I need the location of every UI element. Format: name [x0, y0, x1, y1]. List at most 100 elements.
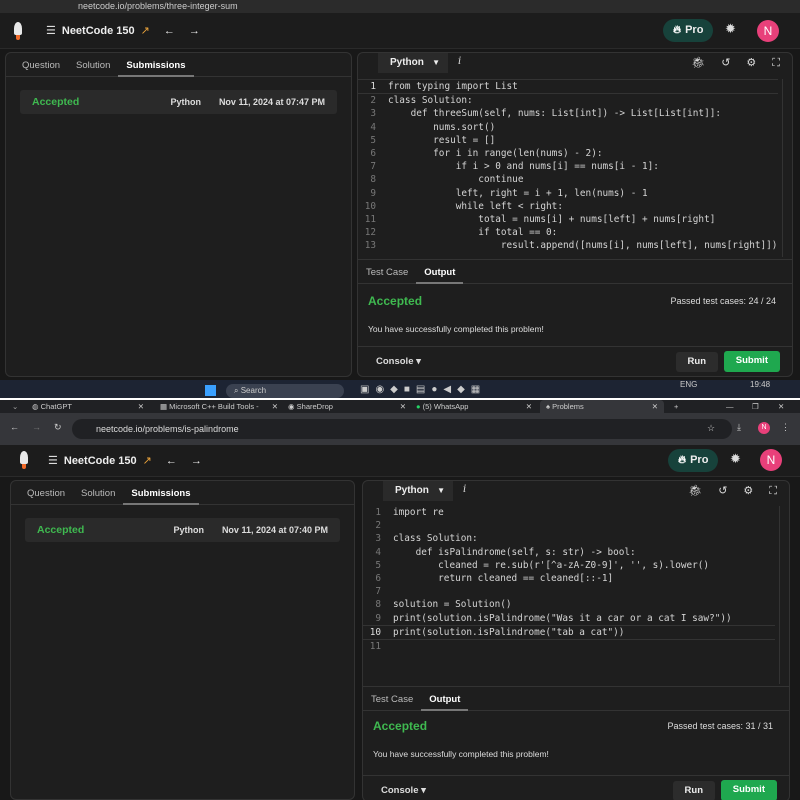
- download-icon[interactable]: ⤓: [737, 422, 741, 433]
- code-line[interactable]: 10 while left < right:: [358, 200, 778, 213]
- submit-button[interactable]: Submit: [720, 780, 777, 800]
- code-line[interactable]: 12 if total == 0:: [358, 226, 778, 239]
- run-button[interactable]: Run: [672, 781, 715, 800]
- close-icon[interactable]: ✕: [526, 402, 532, 411]
- settings-icon[interactable]: ⚙: [743, 485, 753, 497]
- tab-solution[interactable]: Solution: [68, 53, 118, 77]
- code-line[interactable]: 7: [363, 585, 775, 598]
- tab-solution[interactable]: Solution: [73, 481, 123, 505]
- window-close-icon[interactable]: ✕: [778, 402, 784, 411]
- clock[interactable]: 19:48: [750, 380, 770, 389]
- tab-submissions[interactable]: Submissions: [118, 53, 194, 77]
- tab-submissions[interactable]: Submissions: [123, 481, 199, 505]
- code-line[interactable]: 9 left, right = i + 1, len(nums) - 1: [358, 187, 778, 200]
- code-line[interactable]: 3 def threeSum(self, nums: List[int]) ->…: [358, 107, 778, 120]
- close-icon[interactable]: ✕: [138, 402, 144, 411]
- problem-list-button[interactable]: ☰ NeetCode 150 ↗ ← →: [48, 454, 202, 467]
- language-indicator[interactable]: ENG: [680, 380, 697, 389]
- browser-tab[interactable]: ▦ Microsoft C++ Build Tools - ✕: [160, 402, 278, 411]
- submission-row[interactable]: Accepted Python Nov 11, 2024 at 07:40 PM: [25, 518, 340, 542]
- code-line[interactable]: 11 total = nums[i] + nums[left] + nums[r…: [358, 213, 778, 226]
- next-arrow-icon[interactable]: →: [191, 455, 202, 467]
- tab-test-case[interactable]: Test Case: [358, 260, 416, 284]
- code-line[interactable]: 8 continue: [358, 173, 778, 186]
- code-line[interactable]: 4 def isPalindrome(self, s: str) -> bool…: [363, 546, 775, 559]
- close-icon[interactable]: ✕: [652, 402, 658, 411]
- code-line[interactable]: 10 print(solution.isPalindrome("tab a cat…: [363, 624, 775, 641]
- info-icon[interactable]: i: [463, 484, 466, 495]
- taskbar-search[interactable]: ⌕ Search: [226, 384, 344, 398]
- avatar[interactable]: N: [760, 449, 782, 471]
- code-editor[interactable]: 1 from typing import List 2 class Solution:…: [358, 79, 778, 253]
- console-button[interactable]: Console ▾: [381, 785, 426, 796]
- browser-tab[interactable]: ◍ ChatGPT ✕: [32, 402, 144, 411]
- code-line[interactable]: 2: [363, 519, 775, 532]
- windows-start-icon[interactable]: [205, 385, 216, 396]
- code-editor[interactable]: 1 import re 2 3 class Solution: 4 def isPalin…: [363, 506, 775, 653]
- bookmark-star-icon[interactable]: ☆: [707, 423, 715, 434]
- language-select[interactable]: Python ▼: [378, 53, 448, 73]
- forward-icon[interactable]: →: [32, 422, 41, 432]
- debug-icon[interactable]: 🐞︎: [688, 485, 702, 497]
- code-line[interactable]: 6 for i in range(len(nums) - 2):: [358, 147, 778, 160]
- fullscreen-icon[interactable]: ⛶: [772, 57, 780, 69]
- reload-icon[interactable]: ↻: [54, 422, 62, 433]
- code-line[interactable]: 2 class Solution:: [358, 94, 778, 107]
- restore-icon[interactable]: ❐: [752, 402, 759, 411]
- menu-icon[interactable]: ⋮: [781, 422, 790, 433]
- code-line[interactable]: 5 cleaned = re.sub(r'[^a-zA-Z0-9]', '', …: [363, 559, 775, 572]
- external-link-icon[interactable]: ↗: [143, 455, 152, 467]
- profile-avatar[interactable]: N: [758, 422, 770, 434]
- taskbar-app-icons[interactable]: ▣◉◆■▤●◀◆▦: [360, 384, 486, 395]
- code-line[interactable]: 1 from typing import List: [358, 79, 778, 95]
- code-line[interactable]: 7 if i > 0 and nums[i] == nums[i - 1]:: [358, 160, 778, 173]
- prev-arrow-icon[interactable]: ←: [164, 25, 175, 37]
- theme-icon[interactable]: ✹: [725, 21, 736, 37]
- problem-list-button[interactable]: ☰ NeetCode 150 ↗ ← →: [46, 24, 200, 37]
- reset-icon[interactable]: ↺: [718, 485, 727, 497]
- info-icon[interactable]: i: [458, 56, 461, 67]
- rocket-logo-icon[interactable]: [12, 22, 24, 40]
- address-bar[interactable]: neetcode.io/problems/three-integer-sum: [0, 0, 800, 13]
- new-tab-icon[interactable]: +: [674, 402, 678, 411]
- submit-button[interactable]: Submit: [723, 351, 780, 372]
- address-bar[interactable]: neetcode.io/problems/is-palindrome: [72, 419, 732, 439]
- fullscreen-icon[interactable]: ⛶: [769, 485, 777, 497]
- code-line[interactable]: 8 solution = Solution(): [363, 598, 775, 611]
- console-button[interactable]: Console ▾: [376, 356, 421, 367]
- tab-question[interactable]: Question: [19, 481, 73, 505]
- close-icon[interactable]: ✕: [272, 402, 278, 411]
- avatar[interactable]: N: [757, 20, 779, 42]
- prev-arrow-icon[interactable]: ←: [166, 455, 177, 467]
- tab-output[interactable]: Output: [416, 260, 464, 284]
- browser-tab-active[interactable]: ♠ Problems ✕: [540, 400, 664, 413]
- run-button[interactable]: Run: [675, 352, 718, 372]
- rocket-logo-icon[interactable]: [18, 451, 30, 469]
- code-line[interactable]: 5 result = []: [358, 134, 778, 147]
- debug-icon[interactable]: 🐞︎: [691, 57, 705, 69]
- pro-button[interactable]: 🔥︎ Pro: [663, 19, 714, 42]
- tab-search-icon[interactable]: ⌄: [12, 402, 18, 411]
- code-line[interactable]: 13 result.append([nums[i], nums[left], n…: [358, 239, 778, 252]
- pro-button[interactable]: 🔥︎ Pro: [668, 449, 719, 472]
- browser-tab[interactable]: ◉ ShareDrop ✕: [288, 402, 406, 411]
- editor-scrollbar[interactable]: [779, 506, 785, 684]
- tab-test-case[interactable]: Test Case: [363, 687, 421, 711]
- code-line[interactable]: 3 class Solution:: [363, 532, 775, 545]
- tab-question[interactable]: Question: [14, 53, 68, 77]
- code-line[interactable]: 9 print(solution.isPalindrome("Was it a c…: [363, 612, 775, 625]
- theme-icon[interactable]: ✹: [730, 451, 741, 467]
- editor-scrollbar[interactable]: [782, 79, 788, 257]
- code-line[interactable]: 11: [363, 640, 775, 653]
- browser-tab[interactable]: ● (5) WhatsApp ✕: [416, 402, 532, 411]
- code-line[interactable]: 1 import re: [363, 506, 775, 519]
- code-line[interactable]: 6 return cleaned == cleaned[::-1]: [363, 572, 775, 585]
- back-icon[interactable]: ←: [10, 422, 19, 432]
- tab-output[interactable]: Output: [421, 687, 469, 711]
- code-line[interactable]: 4 nums.sort(): [358, 121, 778, 134]
- minimize-icon[interactable]: —: [726, 402, 734, 411]
- external-link-icon[interactable]: ↗: [141, 25, 150, 37]
- language-select[interactable]: Python ▼: [383, 481, 453, 501]
- next-arrow-icon[interactable]: →: [189, 25, 200, 37]
- close-icon[interactable]: ✕: [400, 402, 406, 411]
